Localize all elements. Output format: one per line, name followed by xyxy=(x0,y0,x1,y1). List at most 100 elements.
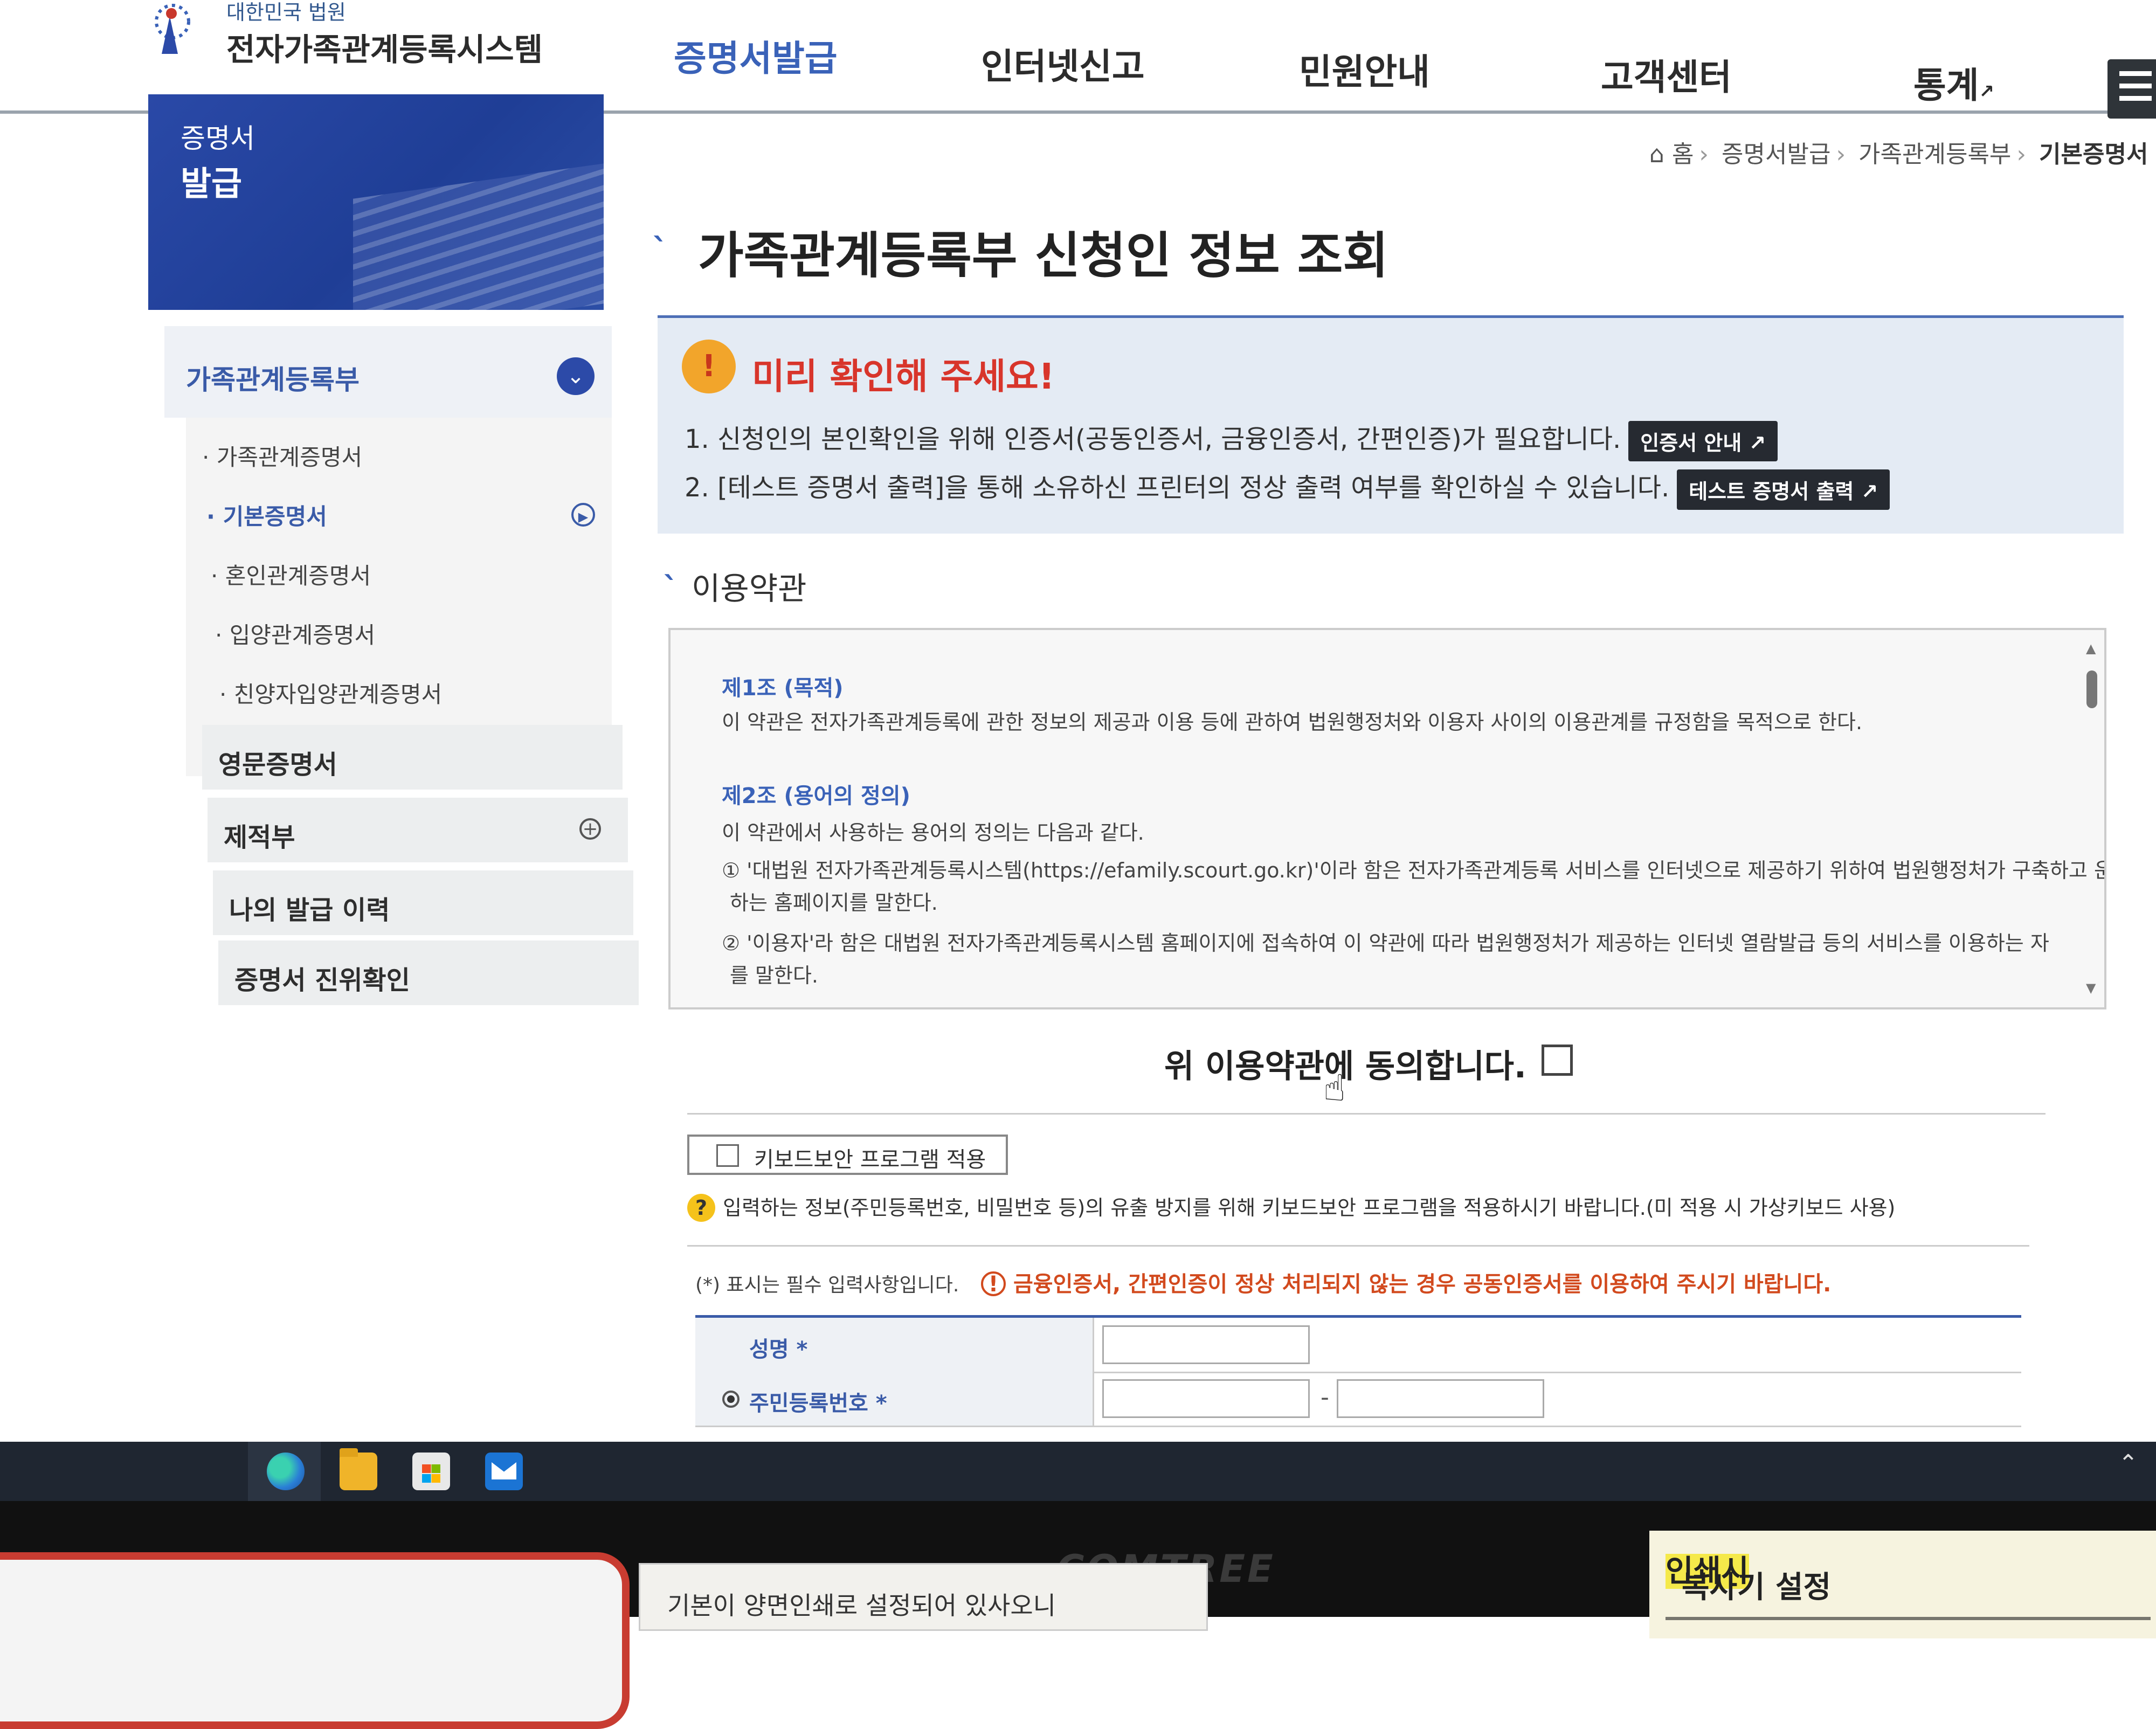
required-field-note: (*) 표시는 필수 입력사항입니다. xyxy=(695,1274,959,1296)
external-link-icon: ↗ xyxy=(1861,479,1878,503)
nav-customer-center[interactable]: 고객센터 xyxy=(1601,49,1732,100)
article-2-title: 제2조 (용어의 정의) xyxy=(722,784,910,808)
nav-certificate-issue[interactable]: 증명서발급 xyxy=(674,30,838,81)
applicant-form-table: 성명 * 주민등록번호 * - xyxy=(695,1315,2021,1436)
name-label: 성명 * xyxy=(749,1337,808,1362)
rrn-front-input[interactable] xyxy=(1102,1379,1310,1418)
page-title: 가족관계등록부 신청인 정보 조회 xyxy=(698,227,1389,285)
nav-statistics[interactable]: 통계↗ xyxy=(1913,57,1994,108)
rrn-back-input[interactable] xyxy=(1337,1379,1544,1418)
rrn-dash: - xyxy=(1321,1384,1329,1411)
lnb-item-family-relation[interactable]: · 가족관계증명서 xyxy=(202,439,362,472)
scrollbar-thumb[interactable] xyxy=(2086,670,2097,708)
notice-line-2: 2. [테스트 증명서 출력]을 통해 소유하신 프린터의 정상 출력 여부를 … xyxy=(685,466,1890,510)
mail-icon[interactable] xyxy=(485,1453,523,1490)
keyboard-note-text: 입력하는 정보(주민등록번호, 비밀번호 등)의 유출 방지를 위해 키보드보안… xyxy=(723,1196,1896,1220)
rrn-radio[interactable] xyxy=(722,1391,740,1408)
breadcrumb: ⌂ 홈 › 증명서발급 › 가족관계등록부 › 기본증명서 xyxy=(1649,141,2148,168)
site-logo[interactable]: 대한민국 법원 전자가족관계등록시스템 xyxy=(140,0,543,108)
red-sticker xyxy=(0,1552,630,1729)
form-row-name: 성명 * xyxy=(695,1318,2021,1373)
test-print-label: 테스트 증명서 출력 xyxy=(1689,479,1854,503)
note-right-text: 인쇄시 복사기 설정 xyxy=(1666,1547,1831,1605)
article-2-item-2: ② '이용자'라 함은 대법원 전자가족관계등록시스템 홈페이지에 접속하여 이… xyxy=(722,931,2049,955)
lnb-item-label: 기본증명서 xyxy=(223,503,327,530)
hand-cursor-icon: ☝ xyxy=(1323,1067,1346,1110)
title-accent-icon: ˋ xyxy=(652,232,668,269)
tray-chevron-up-icon[interactable]: ⌃ xyxy=(2118,1450,2138,1477)
banner-line-1: 증명서 xyxy=(181,123,255,154)
lnb-item-full-adoption[interactable]: · 친양자입양관계증명서 xyxy=(219,676,442,709)
terms-scrollbar[interactable]: ▲ ▼ xyxy=(2084,641,2100,997)
form-label-cell: 주민등록번호 * xyxy=(695,1372,1094,1426)
play-circle-icon: ▶ xyxy=(571,503,595,527)
nav-civil-guide[interactable]: 민원안내 xyxy=(1299,43,1430,95)
lnb-submenu: · 가족관계증명서 · 기본증명서 ▶ · 혼인관계증명서 · 입양관계증명서 … xyxy=(186,418,612,776)
article-2-item-2-cont: 를 말한다. xyxy=(730,964,818,987)
divider xyxy=(687,1113,2046,1115)
external-link-icon: ↗ xyxy=(1749,431,1766,455)
lnb-item-label: 입양관계증명서 xyxy=(229,622,376,648)
lnb-banner: 증명서 발급 xyxy=(148,94,604,310)
terms-scroll-box[interactable]: 제1조 (목적) 이 약관은 전자가족관계등록에 관한 정보의 제공과 이용 등… xyxy=(668,628,2106,1009)
breadcrumb-item[interactable]: 증명서발급 xyxy=(1722,141,1830,168)
lnb-item-certificate-verify[interactable]: 증명서 진위확인 xyxy=(218,940,639,1007)
question-icon: ? xyxy=(687,1194,715,1222)
heading-accent-icon: ˋ xyxy=(663,570,679,607)
terms-heading-label: 이용약관 xyxy=(692,570,807,607)
lnb-item-my-issue-history[interactable]: 나의 발급 이력 xyxy=(213,870,633,937)
logo-title: 전자가족관계등록시스템 xyxy=(226,31,543,68)
note-right-cutoff xyxy=(1666,1595,2151,1628)
article-2-item-1: ① '대법원 전자가족관계등록시스템(https://efamily.scour… xyxy=(722,859,2106,882)
name-input[interactable] xyxy=(1102,1325,1310,1364)
lnb-banner-title: 증명서 발급 xyxy=(181,116,255,206)
windows-taskbar xyxy=(0,1442,2156,1501)
edge-browser-icon[interactable] xyxy=(267,1453,305,1490)
lnb-item-basic-certificate[interactable]: · 기본증명서 xyxy=(206,499,327,531)
lnb-section-family-registry[interactable]: 가족관계등록부 ⌄ xyxy=(164,326,612,418)
rrn-label: 주민등록번호 * xyxy=(749,1391,887,1416)
article-1-text: 이 약관은 전자가족관계등록에 관한 정보의 제공과 이용 등에 관하여 법원행… xyxy=(722,710,1863,734)
test-print-button[interactable]: 테스트 증명서 출력 ↗ xyxy=(1677,469,1890,510)
lnb-main-label: 나의 발급 이력 xyxy=(229,895,390,925)
file-explorer-icon[interactable] xyxy=(340,1448,377,1490)
keyboard-security-label: 키보드보안 프로그램 적용 xyxy=(754,1147,986,1172)
lnb-item-label: 친양자입양관계증명서 xyxy=(233,681,443,708)
nav-internet-report[interactable]: 인터넷신고 xyxy=(981,38,1145,89)
article-1-title: 제1조 (목적) xyxy=(722,676,844,701)
banner-line-2: 발급 xyxy=(181,164,243,203)
home-icon[interactable]: ⌂ xyxy=(1649,141,1664,168)
lnb-main-label: 영문증명서 xyxy=(218,750,337,780)
keyboard-security-note: ? 입력하는 정보(주민등록번호, 비밀번호 등)의 유출 방지를 위해 키보드보… xyxy=(687,1191,1895,1222)
menu-hamburger-button[interactable] xyxy=(2107,59,2156,119)
note-left-text: 기본이 양면인쇄로 설정되어 있사오니 xyxy=(667,1591,1056,1620)
certificate-guide-button[interactable]: 인증서 안내 ↗ xyxy=(1628,420,1778,461)
logo-subtitle: 대한민국 법원 xyxy=(226,1,346,24)
keyboard-security-button[interactable]: 키보드보안 프로그램 적용 xyxy=(687,1135,1008,1175)
lnb-item-adoption-relation[interactable]: · 입양관계증명서 xyxy=(215,617,375,650)
notice-line-1-text: 1. 신청인의 본인확인을 위해 인증서(공동인증서, 금융인증서, 간편인증)… xyxy=(685,424,1621,454)
lnb-main-label: 증명서 진위확인 xyxy=(234,965,410,995)
scroll-down-icon[interactable]: ▼ xyxy=(2086,980,2096,995)
lnb-item-removed-register[interactable]: 제적부 + xyxy=(208,798,628,864)
breadcrumb-item[interactable]: 가족관계등록부 xyxy=(1858,141,2011,168)
chevron-down-icon: ⌄ xyxy=(557,357,595,395)
scroll-up-icon[interactable]: ▲ xyxy=(2086,641,2096,656)
lnb-item-english-certificate[interactable]: 영문증명서 xyxy=(202,725,623,792)
lnb-main-label: 제적부 xyxy=(224,822,295,853)
form-label-cell: 성명 * xyxy=(695,1318,1094,1372)
breadcrumb-current: 기본증명서 xyxy=(2039,141,2148,168)
books-illustration xyxy=(353,162,604,310)
breadcrumb-home[interactable]: 홈 xyxy=(1672,141,1694,168)
nav-statistics-label: 통계 xyxy=(1913,65,1979,106)
keyboard-security-checkbox[interactable] xyxy=(716,1144,739,1167)
microsoft-store-icon[interactable] xyxy=(412,1453,450,1490)
article-2-item-1-cont: 하는 홈페이지를 말한다. xyxy=(730,891,938,915)
paper-note-left: 기본이 양면인쇄로 설정되어 있사오니 xyxy=(639,1563,1208,1631)
lnb-section-label: 가족관계등록부 xyxy=(186,364,360,396)
terms-heading: ˋ 이용약관 xyxy=(663,563,806,608)
lnb-item-marriage-relation[interactable]: · 혼인관계증명서 xyxy=(211,558,371,591)
paper-note-right: 인쇄시 복사기 설정 xyxy=(1649,1531,2156,1638)
terms-agree-checkbox[interactable] xyxy=(1542,1045,1573,1076)
notice-line-2-text: 2. [테스트 증명서 출력]을 통해 소유하신 프린터의 정상 출력 여부를 … xyxy=(685,473,1670,503)
